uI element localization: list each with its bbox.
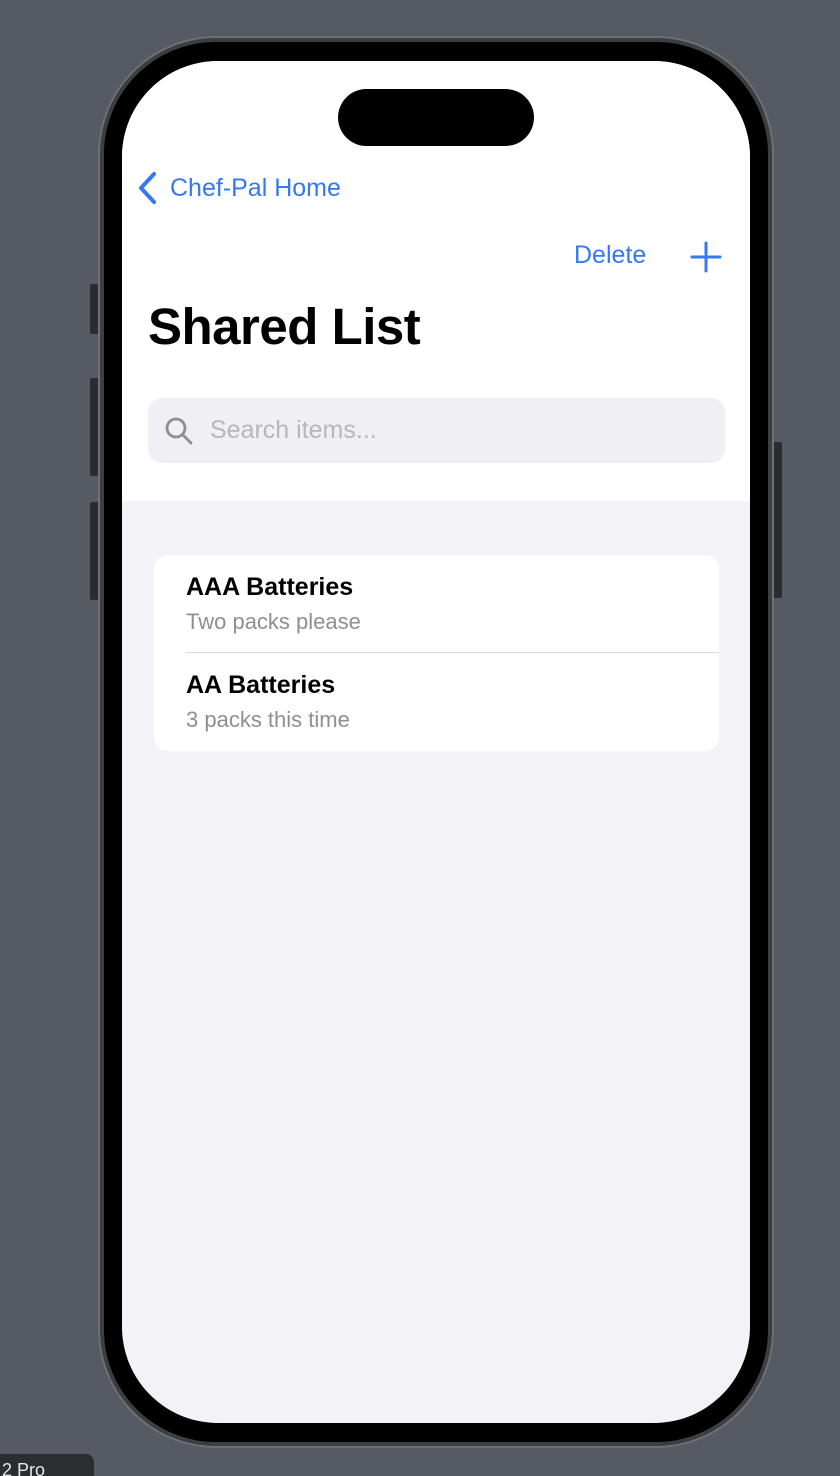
search-bar[interactable]	[148, 398, 725, 463]
back-button[interactable]: Chef-Pal Home	[136, 171, 341, 205]
simulator-device-label: 2 Pro	[0, 1454, 94, 1476]
plus-icon	[690, 241, 722, 273]
dynamic-island	[338, 89, 534, 146]
simulator-stage: Chef-Pal Home Delete Shared List Search …	[0, 0, 840, 1476]
delete-button[interactable]: Delete	[574, 241, 646, 270]
list-item[interactable]: AAA Batteries Two packs please	[154, 555, 719, 653]
phone-screen: Chef-Pal Home Delete Shared List Search …	[122, 61, 750, 1423]
search-icon	[165, 417, 193, 444]
add-item-button[interactable]	[690, 241, 722, 273]
list-item[interactable]: AA Batteries 3 packs this time	[154, 653, 719, 751]
item-title: AAA Batteries	[186, 573, 354, 601]
item-title: AA Batteries	[186, 671, 336, 699]
back-button-label: Chef-Pal Home	[170, 173, 341, 202]
chevron-left-icon	[139, 172, 156, 204]
phone-frame: Chef-Pal Home Delete Shared List Search …	[98, 36, 774, 1448]
item-note: 3 packs this time	[186, 707, 350, 732]
page-title: Shared List	[148, 298, 421, 355]
shared-list: AAA Batteries Two packs please AA Batter…	[154, 555, 719, 751]
item-note: Two packs please	[186, 609, 361, 634]
phone-bezel: Chef-Pal Home Delete Shared List Search …	[104, 42, 768, 1442]
search-input[interactable]	[208, 415, 692, 446]
